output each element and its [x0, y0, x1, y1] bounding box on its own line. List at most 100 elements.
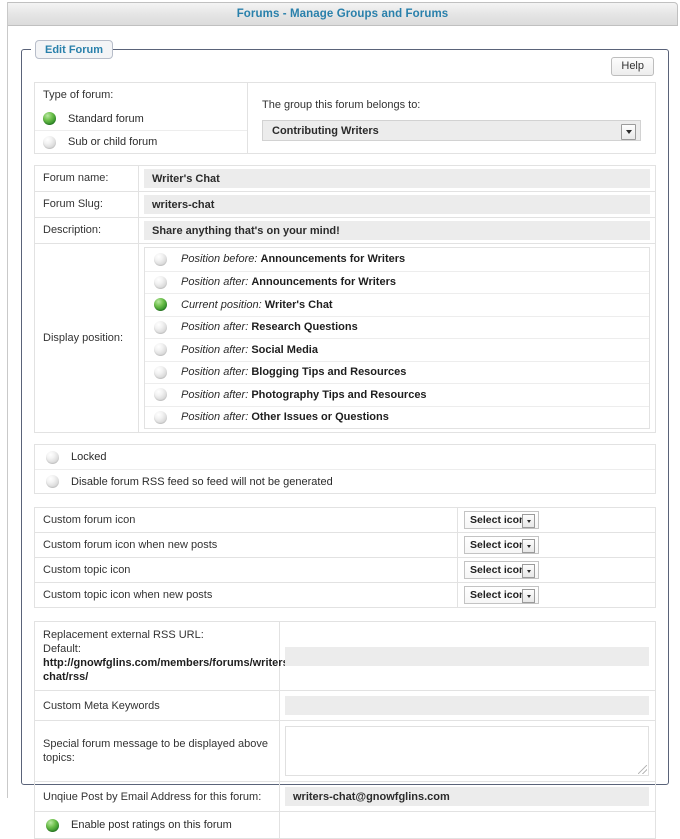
radio-off-icon — [154, 320, 167, 334]
table-row: Unqiue Post by Email Address for this fo… — [35, 782, 655, 812]
meta-keywords-input[interactable] — [285, 696, 649, 715]
special-message-label: Special forum message to be displayed ab… — [35, 721, 280, 781]
help-row: Help — [34, 57, 656, 79]
forum-slug-input[interactable]: writers-chat — [144, 195, 650, 214]
forum-toggles-panel: Locked Disable forum RSS feed so feed wi… — [34, 444, 656, 494]
radio-off-icon — [43, 135, 56, 149]
radio-off-icon — [154, 410, 167, 424]
position-kind: Position after: — [181, 321, 249, 334]
radio-off-icon — [154, 343, 167, 357]
radio-off-icon — [154, 365, 167, 379]
tab-edit-forum[interactable]: Edit Forum — [35, 40, 114, 59]
radio-sub-or-child-forum[interactable]: Sub or child forum — [35, 130, 247, 153]
table-row: Enable post ratings on this forum — [35, 812, 655, 839]
forum-fields-table: Forum name: Writer's Chat Forum Slug: wr… — [34, 165, 656, 433]
toggle-post-ratings[interactable]: Enable post ratings on this forum — [35, 812, 280, 838]
select-icon-button-topic[interactable]: Select icon — [464, 561, 539, 579]
forum-name-input[interactable]: Writer's Chat — [144, 169, 650, 188]
description-label: Description: — [35, 218, 139, 243]
forum-slug-label: Forum Slug: — [35, 192, 139, 217]
list-item[interactable]: Position after: Announcements for Writer… — [145, 270, 649, 294]
list-item[interactable]: Position after: Other Issues or Question… — [145, 405, 649, 429]
group-select-value: Contributing Writers — [272, 124, 379, 137]
edit-forum-fieldset-wrap: Edit Forum Help Type of forum: Standard … — [21, 40, 669, 839]
select-icon-label: Select icon — [470, 589, 526, 601]
custom-forum-icon-cell: Select icon — [458, 511, 655, 529]
custom-icons-table: Custom forum icon Select icon Custom for… — [34, 507, 656, 608]
toggle-disable-rss-label: Disable forum RSS feed so feed will not … — [71, 475, 333, 488]
radio-off-icon — [154, 275, 167, 289]
radio-off-icon — [46, 450, 59, 464]
rss-url-input[interactable] — [285, 646, 649, 666]
position-name: Social Media — [251, 343, 318, 356]
position-kind: Position after: — [181, 366, 249, 379]
radio-off-icon — [154, 252, 167, 266]
toggle-post-ratings-label: Enable post ratings on this forum — [71, 819, 232, 831]
table-row: Description: Share anything that's on yo… — [35, 218, 655, 244]
special-message-textarea[interactable] — [285, 726, 649, 776]
meta-keywords-cell — [280, 691, 655, 720]
radio-standard-forum[interactable]: Standard forum — [35, 107, 247, 130]
custom-forum-icon-new-posts-label: Custom forum icon when new posts — [35, 533, 458, 557]
rss-url-label: Replacement external RSS URL: Default: h… — [35, 622, 292, 690]
table-row: Forum Slug: writers-chat — [35, 192, 655, 218]
type-of-forum-label: Type of forum: — [43, 89, 114, 101]
position-name: Photography Tips and Resources — [251, 388, 427, 401]
custom-topic-icon-cell: Select icon — [458, 561, 655, 579]
table-row: Replacement external RSS URL: Default: h… — [35, 622, 655, 691]
position-kind: Position after: — [181, 343, 249, 356]
select-icon-button-topic-new[interactable]: Select icon — [464, 586, 539, 604]
rss-url-label-prefix: Default: — [43, 643, 81, 655]
select-icon-label: Select icon — [470, 539, 526, 551]
table-row: Custom forum icon Select icon — [35, 508, 655, 533]
forum-slug-cell: writers-chat — [139, 192, 655, 217]
rss-url-default: http://gnowfglins.com/members/forums/wri… — [43, 657, 293, 683]
radio-sub-or-child-forum-label: Sub or child forum — [68, 136, 158, 148]
custom-topic-icon-new-posts-cell: Select icon — [458, 586, 655, 604]
position-name: Announcements for Writers — [260, 253, 406, 266]
admin-window: Forums - Manage Groups and Forums Edit F… — [7, 2, 678, 839]
help-button[interactable]: Help — [611, 57, 654, 76]
table-row: Custom Meta Keywords — [35, 691, 655, 721]
toggle-disable-rss[interactable]: Disable forum RSS feed so feed will not … — [35, 469, 655, 493]
post-by-email-label: Unqiue Post by Email Address for this fo… — [35, 782, 280, 811]
description-input[interactable]: Share anything that's on your mind! — [144, 221, 650, 240]
group-select[interactable]: Contributing Writers — [262, 120, 641, 141]
list-item-current[interactable]: Current position: Writer's Chat — [145, 293, 649, 316]
edit-forum-content: Help Type of forum: Standard forum Sub o… — [21, 49, 669, 839]
type-of-forum-column: Type of forum: Standard forum Sub or chi… — [35, 83, 248, 153]
table-row: Custom topic icon when new posts Select … — [35, 583, 655, 608]
table-row: Custom forum icon when new posts Select … — [35, 533, 655, 558]
display-position-row: Display position: Position before: Annou… — [35, 244, 655, 433]
forum-advanced-table: Replacement external RSS URL: Default: h… — [34, 621, 656, 839]
type-of-forum-panel: Type of forum: Standard forum Sub or chi… — [34, 82, 656, 154]
page-title: Forums - Manage Groups and Forums — [236, 8, 449, 20]
list-item[interactable]: Position before: Announcements for Write… — [145, 248, 649, 271]
table-row: Special forum message to be displayed ab… — [35, 721, 655, 782]
forum-name-label: Forum name: — [35, 166, 139, 191]
position-kind: Current position: — [181, 298, 262, 311]
list-item[interactable]: Position after: Photography Tips and Res… — [145, 383, 649, 406]
chevron-down-icon[interactable] — [621, 124, 636, 140]
list-item[interactable]: Position after: Research Questions — [145, 315, 649, 339]
position-name: Blogging Tips and Resources — [251, 366, 407, 379]
chevron-down-icon[interactable] — [522, 539, 535, 553]
group-label: The group this forum belongs to: — [262, 99, 421, 111]
group-column: The group this forum belongs to: Contrib… — [248, 83, 655, 153]
chevron-down-icon[interactable] — [522, 514, 535, 528]
post-by-email-input[interactable]: writers-chat@gnowfglins.com — [285, 787, 649, 806]
window-titlebar: Forums - Manage Groups and Forums — [8, 2, 678, 26]
list-item[interactable]: Position after: Social Media — [145, 338, 649, 361]
select-icon-button-forum-new[interactable]: Select icon — [464, 536, 539, 554]
resize-grip-icon[interactable] — [638, 765, 647, 774]
select-icon-button-forum[interactable]: Select icon — [464, 511, 539, 529]
toggle-locked[interactable]: Locked — [35, 445, 655, 469]
display-position-list: Position before: Announcements for Write… — [144, 247, 650, 429]
chevron-down-icon[interactable] — [522, 589, 535, 603]
chevron-down-icon[interactable] — [522, 564, 535, 578]
position-name: Research Questions — [251, 321, 358, 334]
list-item[interactable]: Position after: Blogging Tips and Resour… — [145, 360, 649, 384]
rss-url-cell — [280, 622, 655, 690]
position-kind: Position after: — [181, 411, 249, 424]
meta-keywords-label: Custom Meta Keywords — [35, 691, 280, 720]
